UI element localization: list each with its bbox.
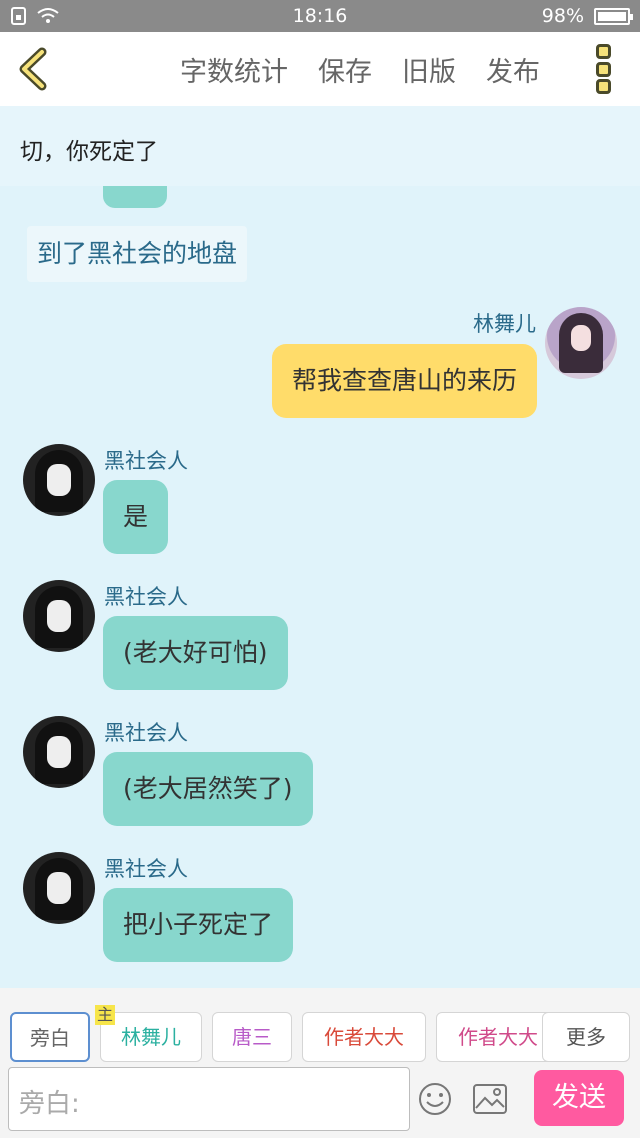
role-linwuer-button[interactable]: 主 林舞儿 [95, 1005, 202, 1062]
more-dot-icon [596, 44, 611, 59]
message-bubble[interactable]: (老大居然笑了) [103, 752, 313, 826]
speaker-name: 黑社会人 [104, 449, 188, 473]
speaker-name: 黑社会人 [104, 585, 188, 609]
message-bubble[interactable]: 是 [103, 480, 169, 554]
chat-area[interactable]: 切，你死定了 到了黑社会的地盘 林舞儿 帮我查查唐山的来历 黑社会人 是 黑社会… [0, 106, 640, 988]
message-bubble[interactable]: 把小子死定了 [103, 888, 294, 962]
word-count-button[interactable]: 字数统计 [180, 50, 288, 89]
avatar[interactable] [23, 852, 95, 924]
partial-bubble [103, 186, 167, 208]
emoji-icon[interactable] [418, 1082, 452, 1116]
role-author-button[interactable]: 作者大大 [302, 1012, 426, 1062]
image-icon[interactable] [472, 1082, 508, 1116]
more-roles-button[interactable]: 更多 [542, 1012, 630, 1062]
publish-button[interactable]: 发布 [486, 50, 540, 89]
battery-percent: 98% [541, 5, 584, 27]
speaker-name: 黑社会人 [104, 721, 188, 745]
protagonist-tag: 主 [95, 1005, 116, 1025]
role-label: 林舞儿 [121, 1025, 181, 1049]
role-label: 旁白 [30, 1026, 70, 1050]
composer: 旁白: 发送 [0, 1066, 640, 1138]
speaker-name: 林舞儿 [473, 312, 536, 336]
role-selector: 旁白 主 林舞儿 唐三 作者大大 作者大大 更多 [0, 988, 640, 1066]
chevron-left-icon [19, 47, 47, 91]
avatar[interactable] [23, 444, 95, 516]
role-label: 更多 [566, 1025, 606, 1049]
narration-message[interactable]: 到了黑社会的地盘 [27, 226, 248, 282]
message-bubble[interactable]: 帮我查查唐山的来历 [271, 344, 537, 418]
avatar[interactable] [23, 716, 95, 788]
old-version-button[interactable]: 旧版 [402, 50, 456, 89]
narration-text: 切，你死定了 [20, 139, 158, 165]
battery-icon [594, 8, 633, 25]
status-bar: 18:16 98% [0, 0, 640, 32]
save-button[interactable]: 保存 [318, 50, 372, 89]
more-dot-icon [596, 79, 611, 94]
top-nav: 字数统计 保存 旧版 发布 [0, 32, 640, 106]
role-label: 唐三 [232, 1025, 272, 1049]
message-bubble[interactable]: (老大好可怕) [103, 616, 288, 690]
avatar[interactable] [545, 307, 617, 379]
avatar[interactable] [23, 580, 95, 652]
role-tangsan-button[interactable]: 唐三 [212, 1012, 292, 1062]
role-narrator-button[interactable]: 旁白 [10, 1012, 90, 1062]
narration-banner: 切，你死定了 [0, 106, 640, 186]
send-button[interactable]: 发送 [534, 1070, 624, 1126]
role-label: 作者大大 [458, 1025, 538, 1049]
role-label: 作者大大 [324, 1025, 404, 1049]
message-input[interactable]: 旁白: [8, 1067, 410, 1131]
back-button[interactable] [14, 46, 54, 92]
speaker-name: 黑社会人 [104, 857, 188, 881]
more-menu-button[interactable] [596, 44, 614, 94]
more-dot-icon [596, 61, 611, 77]
